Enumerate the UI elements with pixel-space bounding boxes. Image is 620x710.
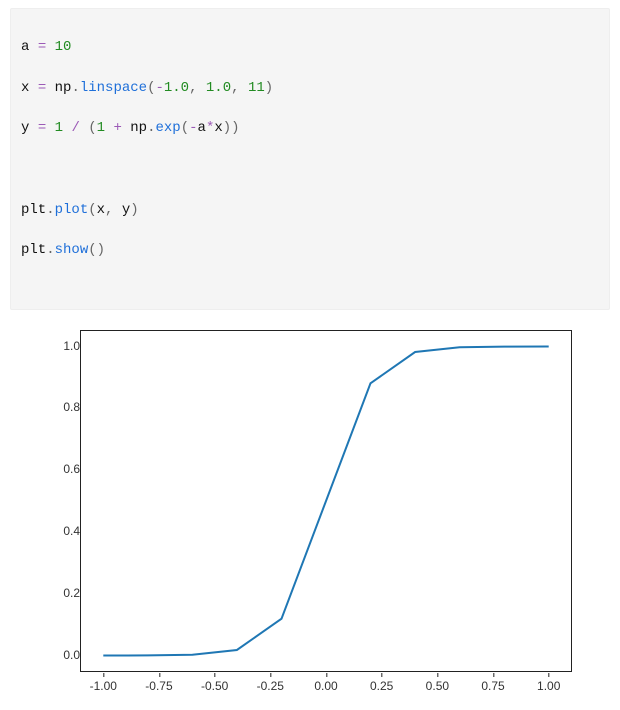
lparen: ( — [88, 120, 96, 136]
space — [113, 202, 121, 218]
mod-plt: plt — [21, 242, 46, 258]
op-eq: = — [38, 120, 46, 136]
code-line-5: plt.plot(x, y) — [21, 200, 599, 220]
num-1d: 1 — [97, 120, 105, 136]
neg: - — [155, 80, 163, 96]
x-tick-label: 0.25 — [370, 679, 393, 693]
y-tick-label: 0.0 — [10, 648, 86, 662]
arg-y: y — [122, 202, 130, 218]
op-plus: + — [113, 120, 121, 136]
arg-x: x — [97, 202, 105, 218]
x-tick-label: 1.00 — [537, 679, 560, 693]
dot: . — [46, 202, 54, 218]
fn-plot: plot — [55, 202, 89, 218]
comma: , — [231, 80, 239, 96]
mod-np: np — [55, 80, 72, 96]
fn-exp: exp — [156, 120, 181, 136]
num-1b: 1.0 — [206, 80, 231, 96]
code-line-1: a = 10 — [21, 37, 599, 57]
rparen: ) — [231, 120, 239, 136]
comma: , — [189, 80, 197, 96]
mod-np: np — [130, 120, 147, 136]
num-10: 10 — [55, 39, 72, 55]
rparen: ) — [130, 202, 138, 218]
lparen: ( — [88, 242, 96, 258]
space — [198, 80, 206, 96]
fn-show: show — [55, 242, 89, 258]
code-line-3: y = 1 / (1 + np.exp(-a*x)) — [21, 118, 599, 138]
mod-plt: plt — [21, 202, 46, 218]
var-a2: a — [198, 120, 206, 136]
x-tick-label: -1.00 — [90, 679, 117, 693]
dot: . — [46, 242, 54, 258]
x-tick-label: -0.75 — [145, 679, 172, 693]
data-series-line — [103, 347, 548, 656]
num-1c: 1 — [55, 120, 63, 136]
var-a: a — [21, 39, 29, 55]
op-eq: = — [38, 39, 46, 55]
dot: . — [147, 120, 155, 136]
code-line-blank — [21, 159, 599, 179]
lparen: ( — [181, 120, 189, 136]
x-tick-label: 0.00 — [314, 679, 337, 693]
dot: . — [71, 80, 79, 96]
x-tick-label: 0.50 — [426, 679, 449, 693]
code-cell: a = 10 x = np.linspace(-1.0, 1.0, 11) y … — [10, 8, 610, 310]
y-tick-label: 0.6 — [10, 462, 86, 476]
code-line-2: x = np.linspace(-1.0, 1.0, 11) — [21, 78, 599, 98]
lparen: ( — [88, 202, 96, 218]
var-y: y — [21, 120, 29, 136]
fn-linspace: linspace — [80, 80, 147, 96]
num-1a: 1.0 — [164, 80, 189, 96]
x-tick-label: 0.75 — [481, 679, 504, 693]
root: a = 10 x = np.linspace(-1.0, 1.0, 11) y … — [0, 0, 620, 560]
line-plot-svg — [81, 331, 571, 671]
code-line-6: plt.show() — [21, 240, 599, 260]
op-div: / — [71, 120, 79, 136]
op-eq: = — [38, 80, 46, 96]
y-tick-label: 1.0 — [10, 339, 86, 353]
rparen: ) — [223, 120, 231, 136]
op-minus: - — [189, 120, 197, 136]
num-11: 11 — [248, 80, 265, 96]
y-tick-label: 0.4 — [10, 524, 86, 538]
x-tick-label: -0.25 — [257, 679, 284, 693]
x-tick-label: -0.50 — [201, 679, 228, 693]
y-tick-label: 0.8 — [10, 400, 86, 414]
y-tick-label: 0.2 — [10, 586, 86, 600]
rparen: ) — [97, 242, 105, 258]
rparen: ) — [265, 80, 273, 96]
chart-output: 0.00.20.40.60.81.0 -1.00-0.75-0.50-0.250… — [10, 320, 590, 710]
var-x: x — [21, 80, 29, 96]
var-x2: x — [214, 120, 222, 136]
plot-axes: -1.00-0.75-0.50-0.250.000.250.500.751.00 — [80, 330, 572, 672]
